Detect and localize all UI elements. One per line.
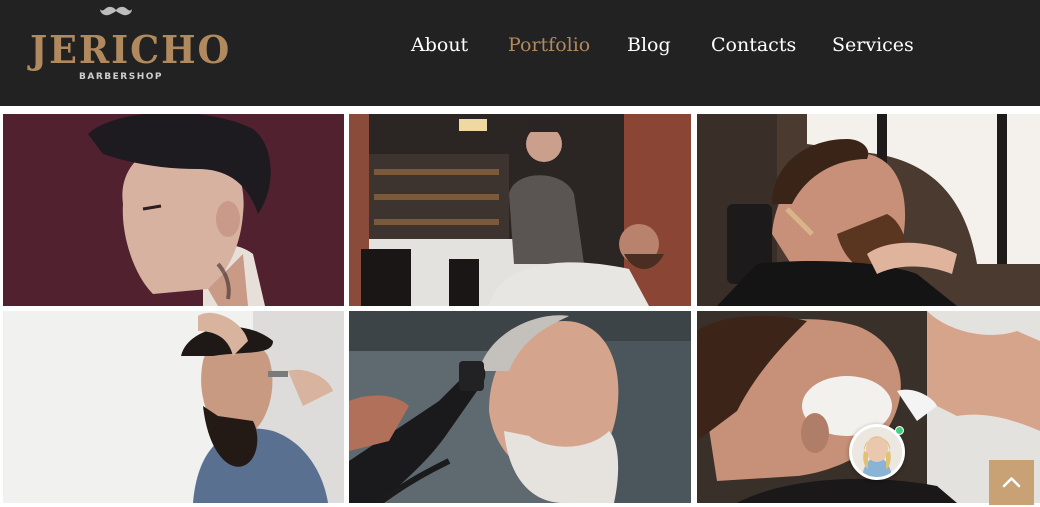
portrait-image	[3, 114, 344, 306]
brand-logo[interactable]: JERICHO BARBERSHOP	[30, 6, 232, 90]
mustache-icon	[100, 6, 132, 16]
scroll-to-top-button[interactable]	[989, 460, 1034, 505]
nav-item-blog[interactable]: Blog	[627, 30, 671, 60]
nav-item-services[interactable]: Services	[832, 30, 914, 60]
online-status-indicator	[895, 426, 904, 435]
site-header: JERICHO BARBERSHOP About Portfolio Blog …	[0, 0, 1040, 106]
support-avatar-icon	[852, 427, 902, 477]
portfolio-image-3[interactable]	[697, 114, 1040, 306]
beard-trim-image	[697, 114, 1040, 306]
nav-item-about[interactable]: About	[411, 30, 468, 60]
portfolio-image-5[interactable]	[349, 311, 691, 503]
portfolio-image-4[interactable]	[3, 311, 344, 503]
chevron-up-icon	[1002, 477, 1021, 488]
portfolio-image-2[interactable]	[349, 114, 691, 306]
nav-item-contacts[interactable]: Contacts	[711, 30, 796, 60]
nav-item-portfolio[interactable]: Portfolio	[508, 30, 590, 60]
portfolio-image-1[interactable]	[3, 114, 344, 306]
brand-tagline: BARBERSHOP	[79, 72, 163, 82]
brand-name: JERICHO	[30, 27, 232, 72]
clipper-cut-image	[349, 311, 691, 503]
haircut-image	[3, 311, 344, 503]
barbershop-image	[349, 114, 691, 306]
